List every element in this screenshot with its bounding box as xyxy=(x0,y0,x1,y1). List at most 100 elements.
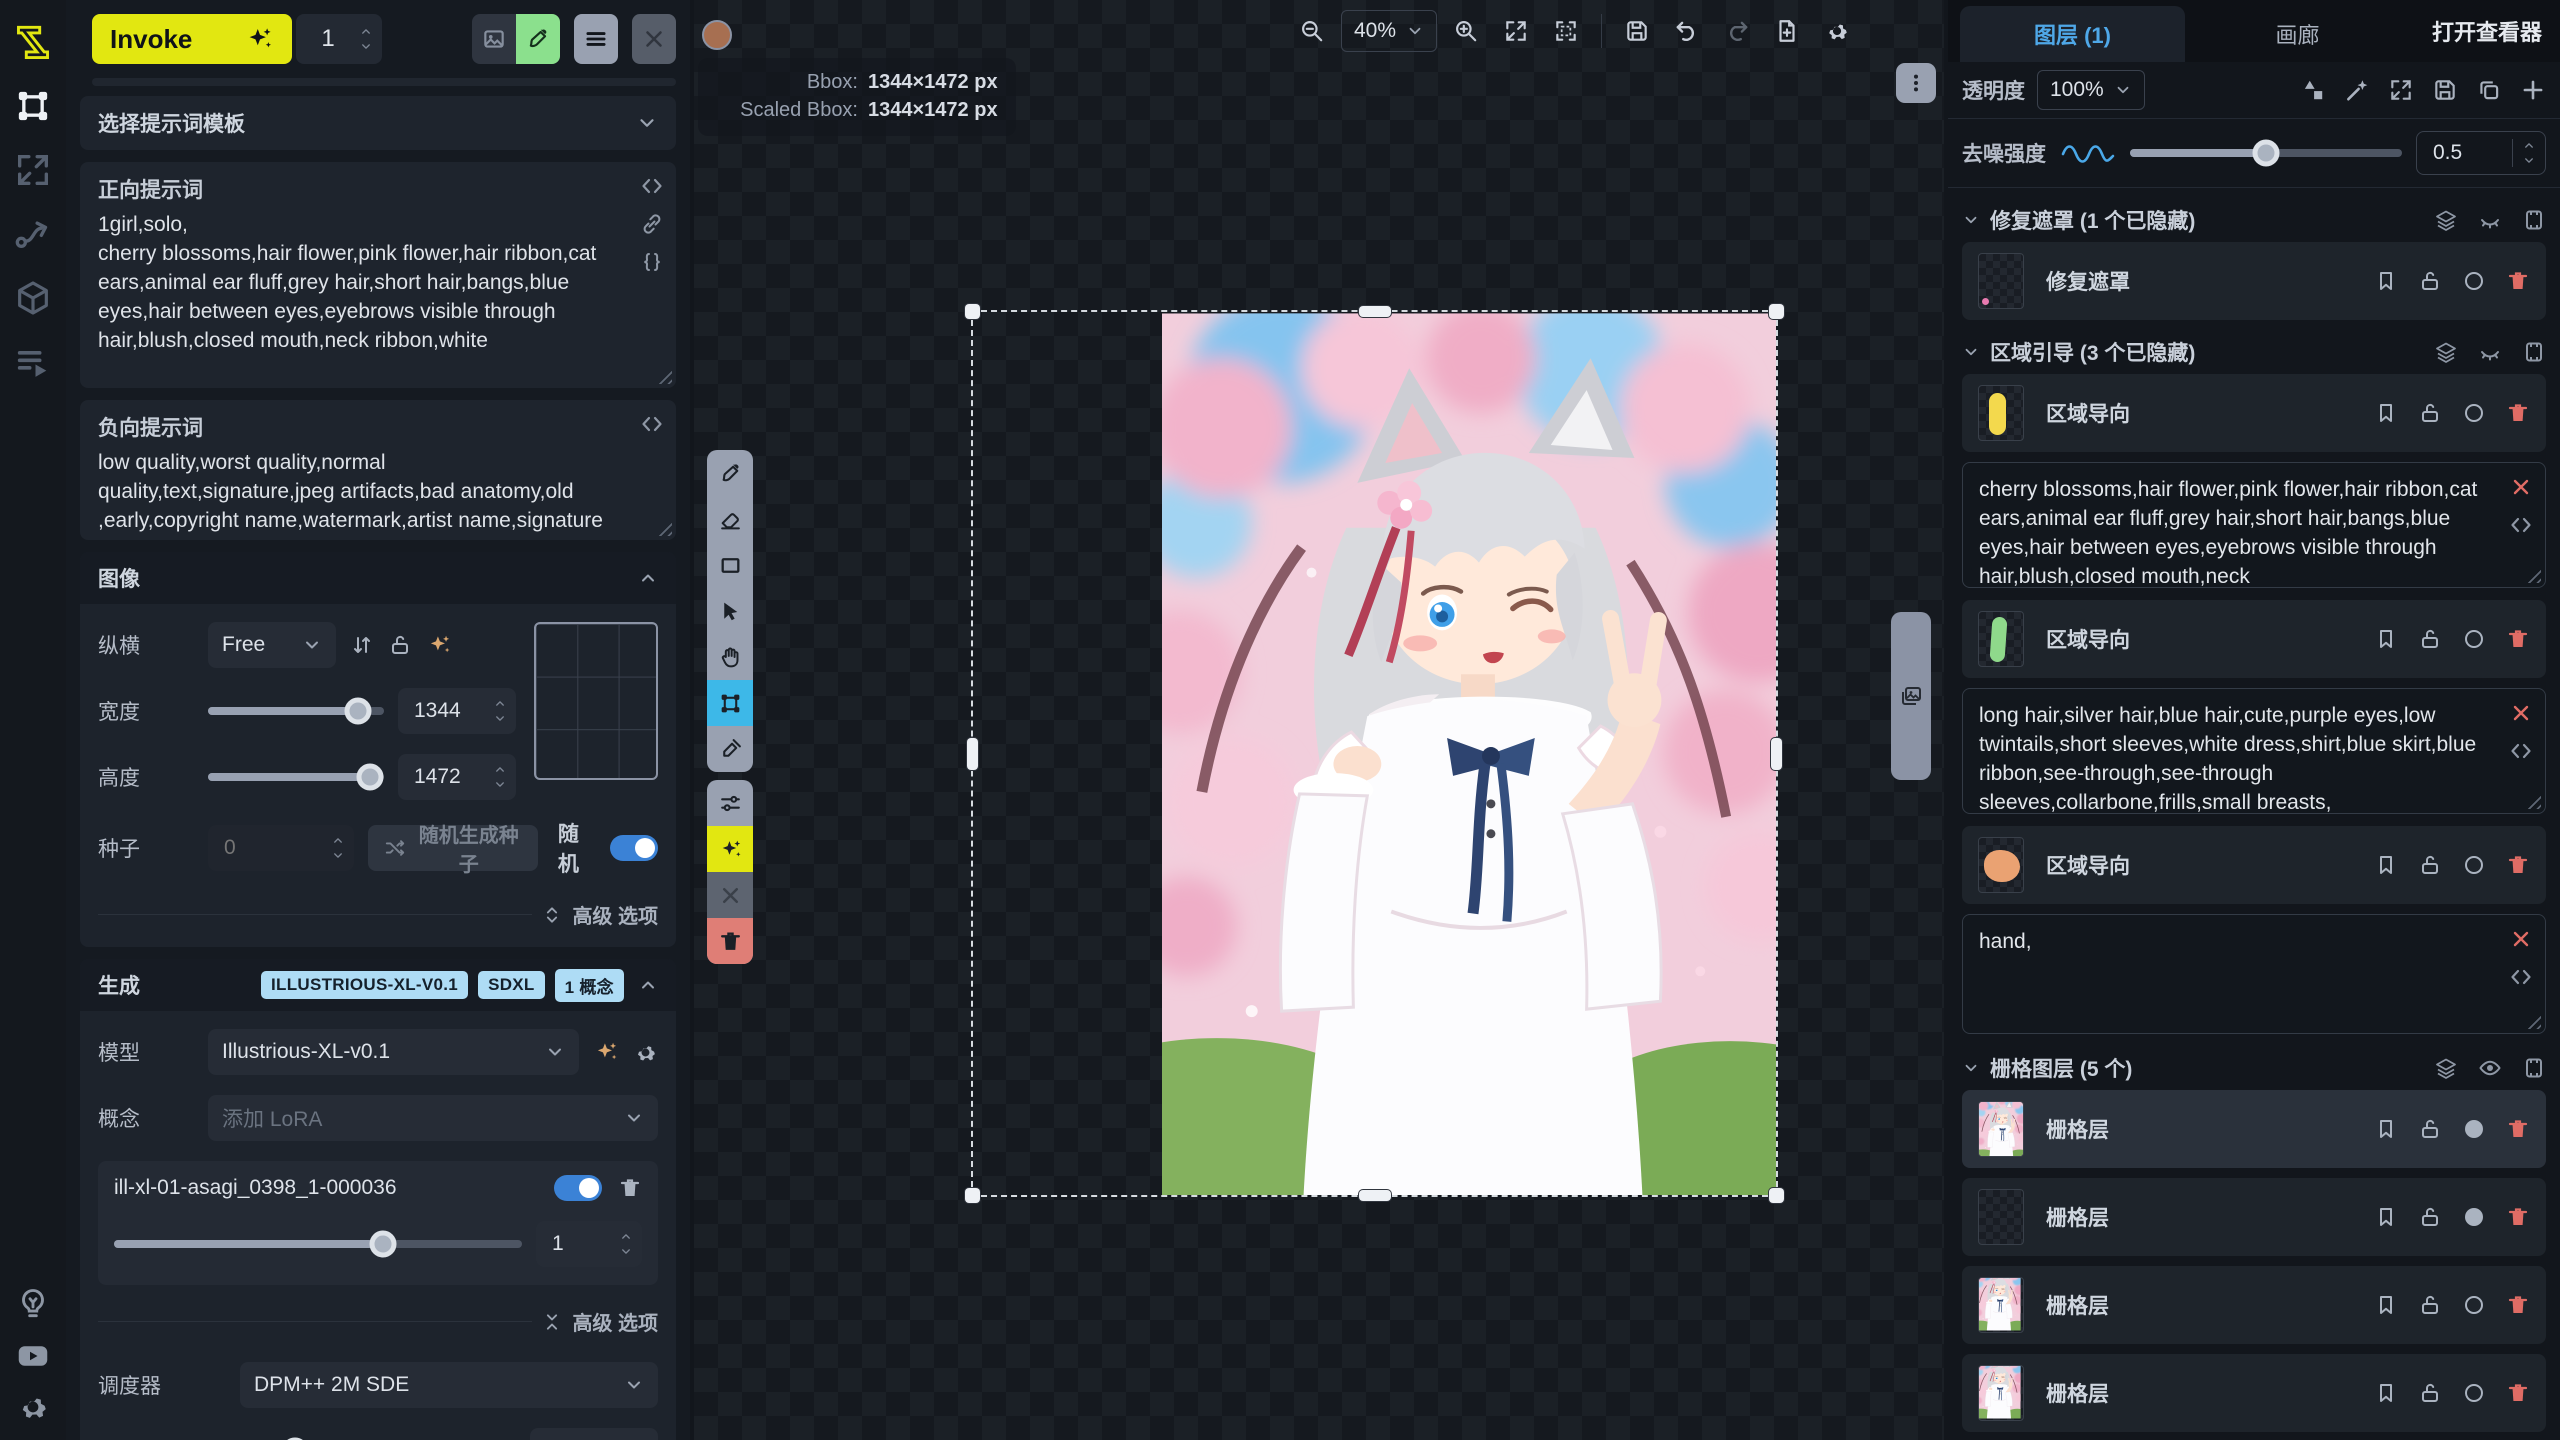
delete-layer-icon[interactable] xyxy=(2506,1117,2530,1141)
visibility-circle-icon[interactable] xyxy=(2462,627,2486,651)
height-slider[interactable] xyxy=(208,773,384,781)
whats-new-icon[interactable] xyxy=(15,1286,51,1322)
inpaint-section-header[interactable]: 修复遮罩 (1 个已隐藏) xyxy=(1962,198,2546,242)
film-icon[interactable] xyxy=(2522,208,2546,232)
chevron-up-icon[interactable] xyxy=(358,25,374,38)
region-section-header[interactable]: 区域引导 (3 个已隐藏) xyxy=(1962,330,2546,374)
prompt-template-selector[interactable]: 选择提示词模板 xyxy=(80,96,676,150)
redo-button[interactable] xyxy=(1716,10,1758,52)
negative-prompt-input[interactable]: low quality,worst quality,normal quality… xyxy=(98,448,658,535)
bbox-handle-e[interactable] xyxy=(1771,738,1782,770)
delete-layer-icon[interactable] xyxy=(2506,401,2530,425)
model-select[interactable]: Illustrious-XL-v0.1 xyxy=(208,1029,579,1075)
film-icon[interactable] xyxy=(2522,1056,2546,1080)
add-lora-select[interactable]: 添加 LoRA xyxy=(208,1095,658,1141)
bbox-handle-s[interactable] xyxy=(1359,1190,1391,1201)
bookmark-icon[interactable] xyxy=(2374,1117,2398,1141)
tab-canvas[interactable] xyxy=(13,86,53,126)
tab-layers[interactable]: 图层 (1) xyxy=(1960,6,2185,62)
tab-queue[interactable] xyxy=(13,342,53,382)
undo-button[interactable] xyxy=(1666,10,1708,52)
resize-handle[interactable] xyxy=(654,366,672,384)
bookmark-icon[interactable] xyxy=(2374,1293,2398,1317)
layers-list[interactable]: 修复遮罩 (1 个已隐藏) 修复遮罩 xyxy=(1948,188,2560,1440)
bookmark-icon[interactable] xyxy=(2374,269,2398,293)
generation-advanced-options[interactable]: 高级 选项 xyxy=(98,1307,658,1336)
region-prompt-3[interactable]: hand, xyxy=(1962,914,2546,1034)
remove-prompt-icon[interactable] xyxy=(2509,701,2533,725)
positive-prompt-box[interactable]: 正向提示词 1girl,solo, cherry blossoms,hair f… xyxy=(80,162,676,388)
film-icon[interactable] xyxy=(2522,340,2546,364)
aspect-select[interactable]: Free xyxy=(208,622,336,668)
send-to-canvas-button[interactable] xyxy=(516,14,560,64)
filter-wand-icon[interactable] xyxy=(2344,77,2370,103)
merge-layers-icon[interactable] xyxy=(2434,208,2458,232)
visibility-circle-icon[interactable] xyxy=(2462,1117,2486,1141)
merge-layers-icon[interactable] xyxy=(2434,340,2458,364)
settings-icon[interactable] xyxy=(16,1390,50,1424)
resize-handle[interactable] xyxy=(2523,791,2541,809)
image-settings-header[interactable]: 图像 xyxy=(80,552,676,604)
visibility-circle-icon[interactable] xyxy=(2462,853,2486,877)
layer-row-raster-3[interactable]: 栅格层 xyxy=(1962,1266,2546,1344)
seed-stepper[interactable] xyxy=(208,825,354,871)
visibility-circle-icon[interactable] xyxy=(2462,401,2486,425)
model-settings-icon[interactable] xyxy=(633,1040,658,1065)
optimize-size-icon[interactable] xyxy=(426,632,452,658)
tab-models[interactable] xyxy=(13,278,53,318)
brush-tool[interactable] xyxy=(707,450,753,496)
bbox-handle-w[interactable] xyxy=(967,738,978,770)
denoise-slider[interactable] xyxy=(2130,149,2402,157)
delete-layer-icon[interactable] xyxy=(2506,1293,2530,1317)
canvas-menu-button[interactable] xyxy=(1896,63,1936,103)
remove-prompt-icon[interactable] xyxy=(2509,475,2533,499)
layer-row-region-2[interactable]: 区域导向 xyxy=(1962,600,2546,678)
lora-delete-icon[interactable] xyxy=(618,1176,642,1200)
seed-input[interactable] xyxy=(224,836,322,860)
bbox-handle-ne[interactable] xyxy=(1769,304,1784,319)
lock-icon[interactable] xyxy=(2418,401,2442,425)
cancel-queue-button[interactable] xyxy=(632,14,676,64)
lora-weight-slider[interactable] xyxy=(114,1240,522,1248)
lock-icon[interactable] xyxy=(2418,269,2442,293)
invoke-region-tool[interactable] xyxy=(707,826,753,872)
bbox-handle-nw[interactable] xyxy=(965,304,980,319)
eye-icon[interactable] xyxy=(2478,1056,2502,1080)
layer-row-region-3[interactable]: 区域导向 xyxy=(1962,826,2546,904)
lock-icon[interactable] xyxy=(2418,627,2442,651)
fit-bbox-button[interactable] xyxy=(1545,10,1587,52)
queue-count-stepper[interactable]: 1 xyxy=(296,14,382,64)
fit-to-view-button[interactable] xyxy=(1495,10,1537,52)
new-session-button[interactable] xyxy=(1766,10,1808,52)
chevron-up-icon[interactable] xyxy=(638,568,658,588)
tab-viewer[interactable] xyxy=(13,150,53,190)
delete-layer-icon[interactable] xyxy=(2506,627,2530,651)
eye-off-icon[interactable] xyxy=(2478,340,2502,364)
image-advanced-options[interactable]: 高级 选项 xyxy=(98,900,658,929)
save-canvas-button[interactable] xyxy=(1616,10,1658,52)
delete-layer-icon[interactable] xyxy=(2506,1381,2530,1405)
delete-layer-icon[interactable] xyxy=(2506,853,2530,877)
bookmark-icon[interactable] xyxy=(2374,401,2398,425)
send-to-gallery-button[interactable] xyxy=(472,14,516,64)
delete-tool[interactable] xyxy=(707,918,753,964)
opacity-select[interactable]: 100% xyxy=(2037,70,2145,110)
visibility-circle-icon[interactable] xyxy=(2462,1205,2486,1229)
lock-icon[interactable] xyxy=(2418,1117,2442,1141)
youtube-icon[interactable] xyxy=(15,1338,51,1374)
pan-tool[interactable] xyxy=(707,634,753,680)
move-tool[interactable] xyxy=(707,588,753,634)
merge-layers-icon[interactable] xyxy=(2434,1056,2458,1080)
raster-section-header[interactable]: 栅格图层 (5 个) xyxy=(1962,1046,2546,1090)
visibility-circle-icon[interactable] xyxy=(2462,1293,2486,1317)
code-embed-icon[interactable] xyxy=(2509,513,2533,537)
resize-handle[interactable] xyxy=(2523,1011,2541,1029)
positive-prompt-input[interactable]: 1girl,solo, cherry blossoms,hair flower,… xyxy=(98,210,658,355)
resize-handle[interactable] xyxy=(2523,565,2541,583)
scheduler-select[interactable]: DPM++ 2M SDE xyxy=(240,1362,658,1408)
duplicate-layer-icon[interactable] xyxy=(2476,77,2502,103)
color-swatch[interactable] xyxy=(702,20,732,50)
visibility-circle-icon[interactable] xyxy=(2462,269,2486,293)
lock-icon[interactable] xyxy=(2418,1381,2442,1405)
remove-prompt-icon[interactable] xyxy=(2509,927,2533,951)
